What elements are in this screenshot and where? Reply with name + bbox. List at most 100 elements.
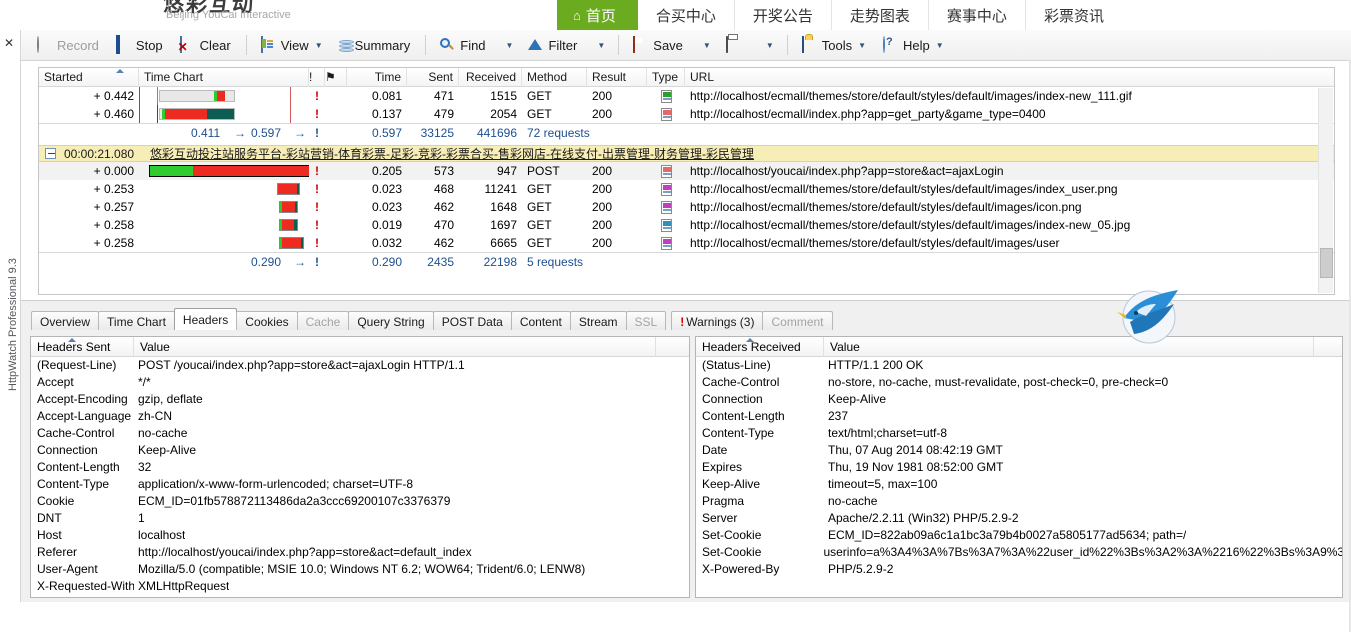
grid-col-method[interactable]: Method	[522, 68, 587, 87]
find-button[interactable]: Find	[432, 33, 492, 57]
list-item[interactable]: X-Requested-With XMLHttpRequest	[31, 578, 689, 595]
grid-col-received[interactable]: Received	[459, 68, 522, 87]
list-item[interactable]: Accept-Encoding gzip, deflate	[31, 391, 689, 408]
list-item[interactable]: Set-Cookie ECM_ID=822ab09a6c1a1bc3a79b4b0…	[696, 527, 1342, 544]
headers-received-pane[interactable]: Headers Received Value (Status-Line) HTTP…	[695, 336, 1343, 598]
clear-button[interactable]: ✕ Clear	[172, 33, 238, 57]
chevron-down-icon[interactable]: ▼	[315, 41, 323, 50]
table-row[interactable]: + 0.258 ! 0.032 462 6665 GET 200 http://…	[39, 234, 1334, 252]
list-item[interactable]: Expires Thu, 19 Nov 1981 08:52:00 GMT	[696, 459, 1342, 476]
page-group-row[interactable]: 00:00:21.080 悠彩互动投注站服务平台-彩站营销-体育彩票-足彩-竞彩…	[39, 145, 1334, 162]
site-nav-item-hemai[interactable]: 合买中心	[638, 0, 735, 30]
filter-button[interactable]: Filter	[520, 33, 584, 57]
tab-headers[interactable]: Headers	[173, 308, 238, 332]
cell-url[interactable]: http://localhost/ecmall/themes/store/def…	[685, 216, 1325, 234]
col-headers-received[interactable]: Headers Received	[696, 337, 824, 357]
site-nav-item-zixun[interactable]: 彩票资讯	[1026, 0, 1122, 30]
cell-url[interactable]: http://localhost/ecmall/themes/store/def…	[685, 234, 1325, 252]
list-item[interactable]: Server Apache/2.2.11 (Win32) PHP/5.2.9-2	[696, 510, 1342, 527]
chevron-down-icon[interactable]: ▼	[936, 41, 944, 50]
cell-url[interactable]: http://localhost/ecmall/themes/store/def…	[685, 198, 1325, 216]
headers-sent-pane[interactable]: Headers Sent Value (Request-Line) POST /y…	[30, 336, 690, 598]
list-item[interactable]: Set-Cookie userinfo=a%3A4%3A%7Bs%3A7%3A%2…	[696, 544, 1342, 561]
cell-url[interactable]: http://localhost/ecmall/index.php?app=ge…	[685, 105, 1325, 123]
list-item[interactable]: Content-Length 237	[696, 408, 1342, 425]
print-button[interactable]	[718, 33, 753, 57]
tab-cookies[interactable]: Cookies	[236, 311, 298, 332]
cell-url[interactable]: http://localhost/youcai/index.php?app=st…	[685, 162, 1325, 180]
tab-query-string[interactable]: Query String	[348, 311, 434, 332]
grid-col-flag[interactable]: ⚑	[325, 68, 347, 87]
grid-col-warning[interactable]: !	[309, 68, 325, 87]
grid-col-started[interactable]: Started	[39, 68, 139, 87]
list-item[interactable]: Cache-Control no-cache	[31, 425, 689, 442]
list-item[interactable]: Cookie ECM_ID=01fb578872113486da2a3ccc692…	[31, 493, 689, 510]
table-row[interactable]: + 0.257 ! 0.023 462 1648 GET 200 http://…	[39, 198, 1334, 216]
list-item[interactable]: (Request-Line) POST /youcai/index.php?app…	[31, 357, 689, 374]
col-value[interactable]: Value	[134, 337, 656, 357]
save-button[interactable]: Save	[625, 33, 690, 57]
filter-dropdown[interactable]: ▼	[586, 33, 610, 57]
grid-vertical-scrollbar[interactable]	[1318, 88, 1333, 293]
grid-col-type[interactable]: Type	[647, 68, 685, 87]
table-row[interactable]: + 0.460 ! 0.137 479 2054 GET 200 http://…	[39, 105, 1334, 123]
scrollbar-thumb[interactable]	[1320, 248, 1333, 278]
header-name: Cookie	[37, 494, 75, 508]
tab-content[interactable]: Content	[510, 311, 571, 332]
list-item[interactable]: Host localhost	[31, 527, 689, 544]
list-item[interactable]: Accept-Language zh-CN	[31, 408, 689, 425]
tab-warnings[interactable]: ! Warnings (3)	[671, 311, 764, 332]
tab-overview[interactable]: Overview	[31, 311, 100, 332]
close-icon[interactable]: ✕	[4, 36, 14, 50]
grid-col-time[interactable]: Time	[347, 68, 407, 87]
list-item[interactable]: Pragma no-cache	[696, 493, 1342, 510]
summary-button[interactable]: Summary	[332, 33, 418, 57]
site-nav-item-saishi[interactable]: 赛事中心	[929, 0, 1026, 30]
save-dropdown[interactable]: ▼	[692, 33, 716, 57]
col-value[interactable]: Value	[824, 337, 1314, 357]
list-item[interactable]: Date Thu, 07 Aug 2014 08:42:19 GMT	[696, 442, 1342, 459]
record-button[interactable]: Record	[29, 33, 106, 57]
stop-button[interactable]: Stop	[108, 33, 170, 57]
help-button[interactable]: Help ▼	[875, 33, 951, 57]
cell-timechart	[139, 180, 309, 198]
list-item[interactable]: User-Agent Mozilla/5.0 (compatible; MSIE …	[31, 561, 689, 578]
list-item[interactable]: Content-Length 32	[31, 459, 689, 476]
table-row[interactable]: + 0.253 ! 0.023 468 11241 GET 200 http:/…	[39, 180, 1334, 198]
list-item[interactable]: Connection Keep-Alive	[31, 442, 689, 459]
tab-time-chart[interactable]: Time Chart	[98, 311, 175, 332]
list-item[interactable]: Accept */*	[31, 374, 689, 391]
table-row[interactable]: + 0.442 ! 0.081 471 1515 GET 200 http://…	[39, 87, 1334, 105]
grid-col-result[interactable]: Result	[587, 68, 647, 87]
grid-col-timechart[interactable]: Time Chart	[139, 68, 309, 87]
collapse-icon[interactable]	[45, 148, 56, 159]
grid-col-url[interactable]: URL	[685, 68, 1325, 87]
list-item[interactable]: Content-Type application/x-www-form-urlen…	[31, 476, 689, 493]
tools-button[interactable]: Tools ▼	[794, 33, 873, 57]
list-item[interactable]: Keep-Alive timeout=5, max=100	[696, 476, 1342, 493]
table-row[interactable]: + 0.258 ! 0.019 470 1697 GET 200 http://…	[39, 216, 1334, 234]
list-item[interactable]: DNT 1	[31, 510, 689, 527]
list-item[interactable]: Cache-Control no-store, no-cache, must-re…	[696, 374, 1342, 391]
print-dropdown[interactable]: ▼	[755, 33, 779, 57]
table-row[interactable]: + 0.000 ! 0.205 573 947 POST 200 http://…	[39, 162, 1334, 180]
cell-url[interactable]: http://localhost/ecmall/themes/store/def…	[685, 180, 1325, 198]
col-headers-sent[interactable]: Headers Sent	[31, 337, 134, 357]
site-nav-item-kaijiang[interactable]: 开奖公告	[735, 0, 832, 30]
list-item[interactable]: Connection Keep-Alive	[696, 391, 1342, 408]
list-item[interactable]: X-Powered-By PHP/5.2.9-2	[696, 561, 1342, 578]
chevron-down-icon[interactable]: ▼	[858, 41, 866, 50]
grid-col-sent[interactable]: Sent	[407, 68, 459, 87]
list-item[interactable]: Referer http://localhost/youcai/index.php…	[31, 544, 689, 561]
cell-url[interactable]: http://localhost/ecmall/themes/store/def…	[685, 87, 1325, 105]
view-button[interactable]: View ▼	[253, 33, 330, 57]
request-grid[interactable]: Started Time Chart ! ⚑ Time Sent Receive…	[38, 67, 1335, 295]
list-item[interactable]: Content-Type text/html;charset=utf-8	[696, 425, 1342, 442]
find-dropdown[interactable]: ▼	[495, 33, 519, 57]
site-logo-en: Beijing YouCai Interactive	[166, 9, 291, 21]
list-item[interactable]: (Status-Line) HTTP/1.1 200 OK	[696, 357, 1342, 374]
site-nav-item-zoushi[interactable]: 走势图表	[832, 0, 929, 30]
tab-stream[interactable]: Stream	[569, 311, 627, 332]
tab-post-data[interactable]: POST Data	[432, 311, 512, 332]
site-nav-item-home[interactable]: ⌂ 首页	[557, 0, 638, 30]
